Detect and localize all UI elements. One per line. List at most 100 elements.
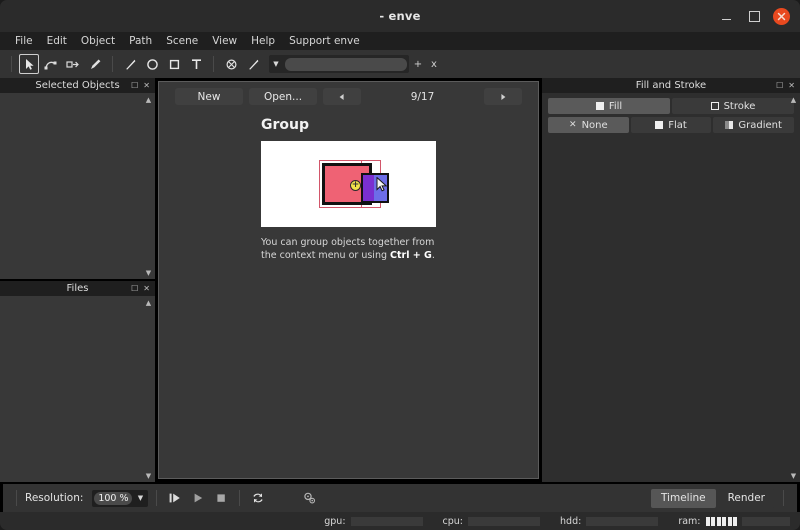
timeline-render-tabs: Timeline Render (650, 488, 775, 508)
scene-selector-combo[interactable]: ▼ (269, 55, 409, 73)
tab-timeline[interactable]: Timeline (650, 488, 716, 508)
local-pivot-button[interactable] (299, 488, 319, 508)
fill-stroke-target-row: Fill Stroke (548, 98, 794, 114)
dock-title-buttons: ☐ ✕ (776, 81, 800, 90)
menu-bar: File Edit Object Path Scene View Help Su… (0, 32, 800, 50)
tutorial-description-suffix: . (431, 249, 435, 261)
line-tool-button[interactable] (120, 54, 140, 74)
scroll-down-icon[interactable]: ▼ (144, 471, 153, 480)
paint-type-gradient-button[interactable]: Gradient (713, 117, 795, 133)
resolution-combo[interactable]: 100 % ▼ (92, 489, 149, 507)
circle-tool-button[interactable] (142, 54, 162, 74)
node-edit-tool-button[interactable] (41, 54, 61, 74)
close-icon[interactable]: ✕ (143, 284, 150, 293)
filled-square-icon (655, 121, 664, 129)
toolbar-separator (11, 56, 12, 72)
hdd-meter: hdd: (560, 516, 659, 527)
stroke-target-label: Stroke (723, 100, 756, 112)
rectangle-tool-button[interactable] (164, 54, 184, 74)
fill-and-stroke-dock: Fill and Stroke ☐ ✕ Fill Stroke ✕ None F… (542, 78, 800, 482)
loop-button[interactable] (248, 488, 268, 508)
menu-path[interactable]: Path (122, 32, 159, 50)
transform-icon (66, 60, 79, 68)
null-object-tool-button[interactable] (221, 54, 241, 74)
status-bar: gpu: cpu: hdd: ram: (0, 512, 800, 530)
cpu-meter: cpu: (443, 516, 541, 527)
new-project-button[interactable]: New (175, 88, 243, 105)
scroll-down-icon[interactable]: ▼ (144, 268, 153, 277)
paint-type-flat-label: Flat (668, 119, 687, 131)
text-t-icon (191, 58, 201, 69)
dock-title-buttons: ☐ ✕ (131, 81, 155, 90)
maximize-button[interactable] (745, 7, 763, 25)
next-tutorial-button[interactable] (484, 88, 522, 105)
play-button[interactable] (188, 488, 208, 508)
menu-support-enve[interactable]: Support enve (282, 32, 367, 50)
dock-title-buttons: ☐ ✕ (131, 284, 155, 293)
resolution-value[interactable]: 100 % (94, 491, 133, 505)
arrow-cursor-icon (25, 58, 34, 70)
menu-scene[interactable]: Scene (159, 32, 205, 50)
scene-name-input[interactable] (285, 57, 407, 71)
paint-type-none-button[interactable]: ✕ None (548, 117, 629, 133)
ram-meter-label: ram: (678, 515, 701, 527)
gpu-meter-bar (350, 516, 423, 526)
ram-meter-block (716, 516, 721, 526)
stroke-target-button[interactable]: Stroke (672, 98, 794, 114)
tab-render[interactable]: Render (717, 488, 775, 508)
files-list[interactable]: ▲ ▼ (0, 296, 155, 482)
chevron-down-icon[interactable]: ▼ (269, 55, 283, 73)
float-icon[interactable]: ☐ (131, 81, 138, 90)
minimize-button[interactable] (717, 7, 735, 25)
draw-tool-button[interactable] (85, 54, 105, 74)
text-tool-button[interactable] (186, 54, 206, 74)
timeline-toolbar: Resolution: 100 % ▼ Timeline Render (3, 484, 797, 512)
cpu-meter-bar (468, 516, 541, 526)
tutorial-description: You can group objects together from the … (261, 237, 436, 263)
select-tool-button[interactable] (19, 54, 39, 74)
selected-objects-dock: Selected Objects ☐ ✕ ▲ ▼ (0, 78, 155, 279)
filled-square-icon (595, 102, 604, 110)
mouse-cursor-icon (376, 176, 389, 197)
remove-scene-button[interactable]: x (427, 55, 441, 73)
pencil-icon (90, 59, 100, 69)
close-button[interactable] (773, 7, 790, 25)
scroll-up-icon[interactable]: ▲ (789, 95, 798, 104)
close-icon[interactable]: ✕ (143, 81, 150, 90)
open-project-button[interactable]: Open... (249, 88, 317, 105)
selected-objects-list[interactable]: ▲ ▼ (0, 93, 155, 279)
scroll-up-icon[interactable]: ▲ (144, 298, 153, 307)
fill-target-button[interactable]: Fill (548, 98, 670, 114)
fill-and-stroke-title-label: Fill and Stroke (635, 80, 707, 91)
stop-square-icon (217, 494, 226, 502)
toolbar-separator (16, 490, 17, 506)
pick-tool-button[interactable] (243, 54, 263, 74)
add-scene-button[interactable]: + (411, 55, 425, 73)
files-dock-title: Files ☐ ✕ (0, 281, 155, 296)
stop-button[interactable] (211, 488, 231, 508)
menu-edit[interactable]: Edit (40, 32, 74, 50)
chevron-down-icon[interactable]: ▼ (134, 494, 146, 502)
enve-application-window: - enve File Edit Object Path Scene View … (0, 0, 800, 530)
tutorial-card: Group + You can group objects together f… (261, 117, 436, 478)
float-icon[interactable]: ☐ (776, 81, 783, 90)
fill-and-stroke-body: Fill Stroke ✕ None Flat Gradient ▲ ▼ (542, 93, 800, 482)
timeline-section: Resolution: 100 % ▼ Timeline Render (0, 482, 800, 512)
menu-help[interactable]: Help (244, 32, 282, 50)
transform-tool-button[interactable] (63, 54, 83, 74)
float-icon[interactable]: ☐ (131, 284, 138, 293)
toolbar-separator (239, 490, 241, 506)
scroll-down-icon[interactable]: ▼ (789, 471, 798, 480)
paint-type-flat-button[interactable]: Flat (630, 117, 712, 133)
menu-object[interactable]: Object (74, 32, 122, 50)
close-icon[interactable]: ✕ (788, 81, 795, 90)
menu-view[interactable]: View (205, 32, 244, 50)
play-from-start-button[interactable] (165, 488, 185, 508)
ram-meter-block (733, 516, 737, 526)
menu-file[interactable]: File (8, 32, 40, 50)
welcome-viewport: New Open... 9/17 Group + You can group o… (158, 81, 539, 479)
toolbar-separator (213, 56, 214, 72)
scroll-up-icon[interactable]: ▲ (144, 95, 153, 104)
previous-tutorial-button[interactable] (323, 88, 361, 105)
center-viewport-column: New Open... 9/17 Group + You can group o… (155, 78, 542, 482)
